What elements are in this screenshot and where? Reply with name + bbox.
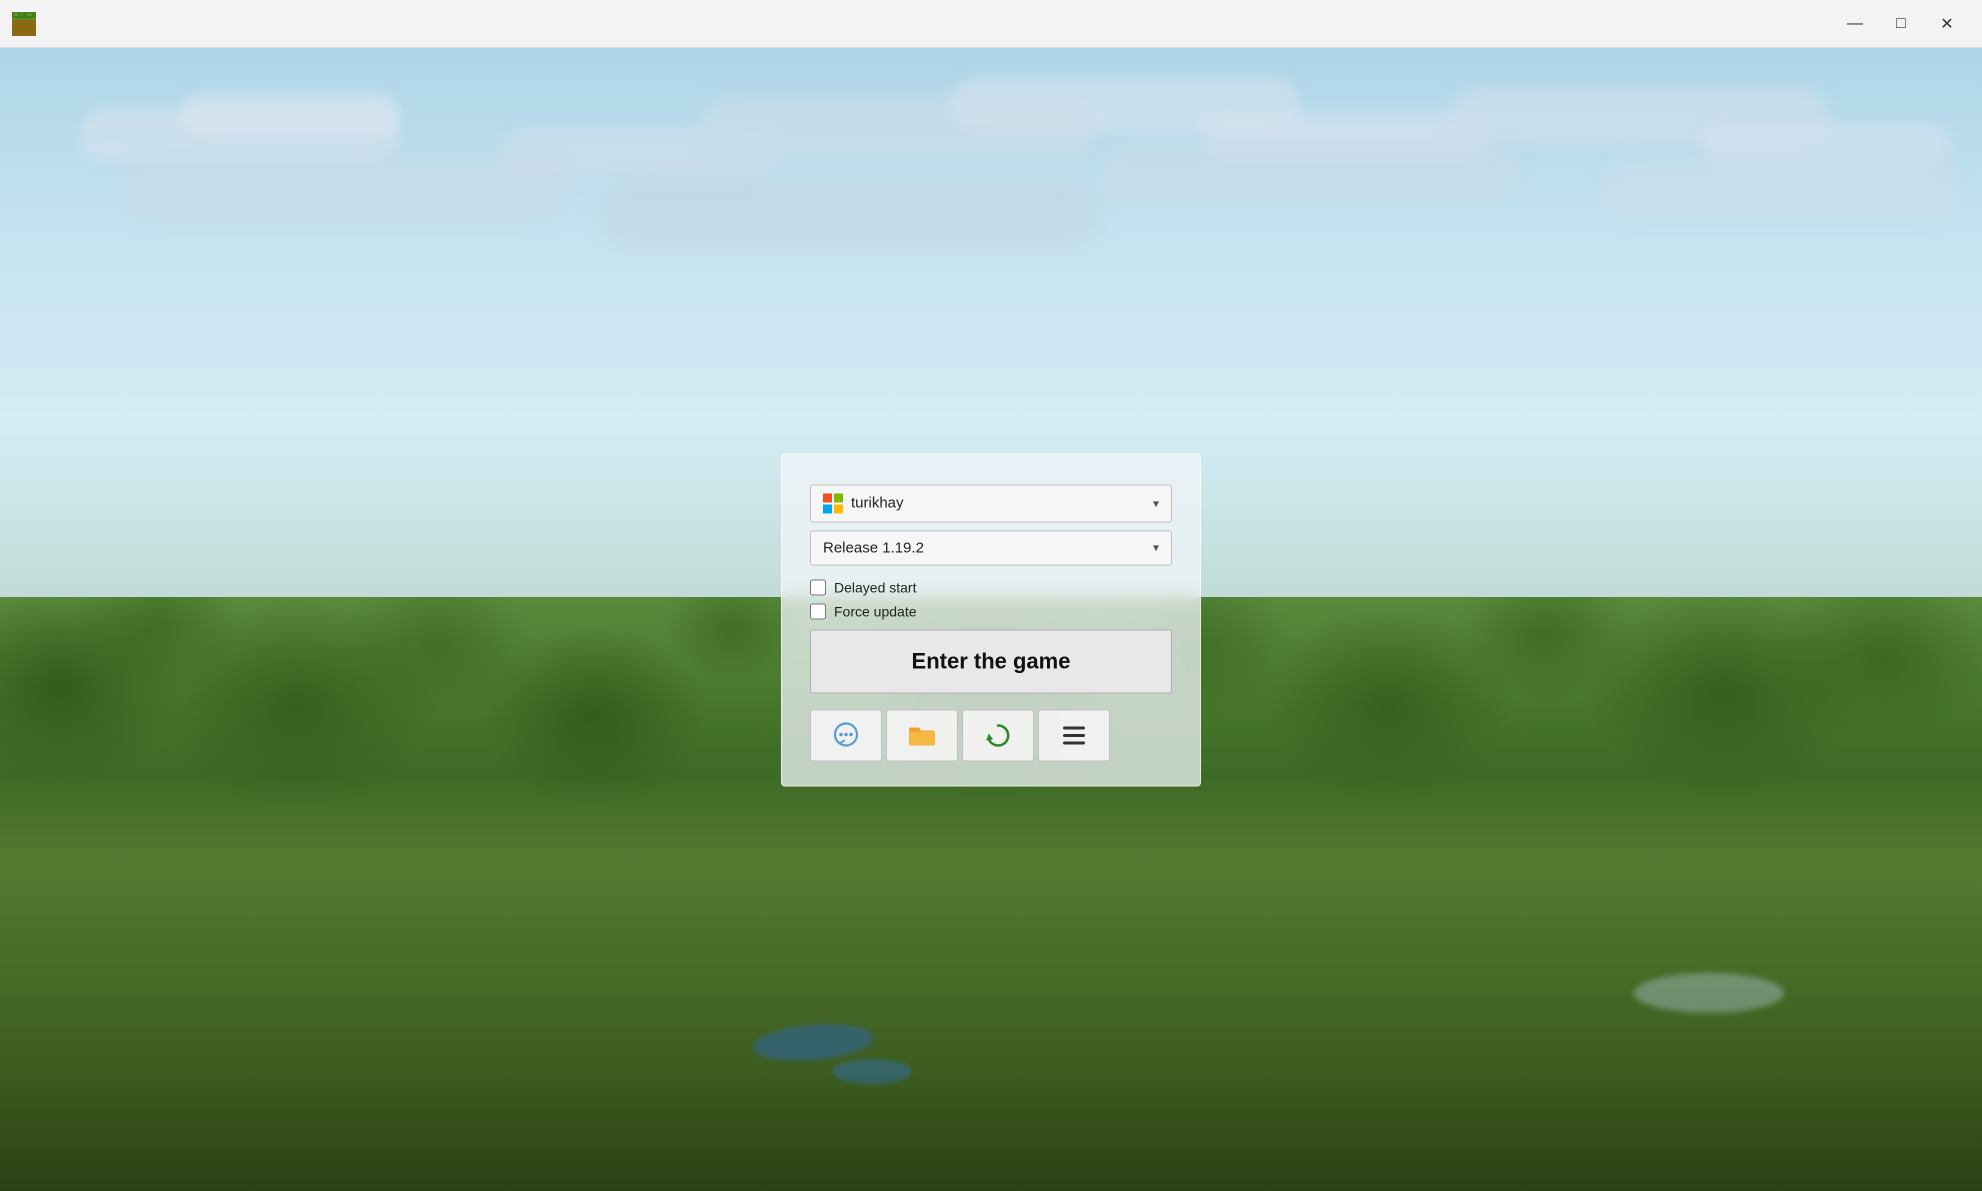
sand-1 (1634, 973, 1784, 1013)
refresh-button[interactable] (962, 709, 1034, 761)
refresh-icon (984, 721, 1012, 749)
force-update-label: Force update (834, 603, 917, 619)
cloud-10 (600, 178, 1100, 248)
microsoft-logo (823, 493, 843, 513)
cloud-12 (1600, 163, 1960, 218)
minimize-button[interactable]: — (1832, 0, 1878, 48)
launcher-panel: turikhay ▾ Release 1.19.2 ▾ Delayed star… (781, 453, 1201, 786)
delayed-start-label: Delayed start (834, 579, 916, 595)
folder-button[interactable] (886, 709, 958, 761)
cloud-8 (1700, 123, 1950, 168)
force-update-row[interactable]: Force update (810, 603, 1172, 619)
background: turikhay ▾ Release 1.19.2 ▾ Delayed star… (0, 48, 1982, 1191)
cloud-11 (1100, 143, 1520, 205)
enter-game-button[interactable]: Enter the game (810, 629, 1172, 693)
delayed-start-checkbox[interactable] (810, 579, 826, 595)
account-name: turikhay (851, 495, 904, 512)
cloud-9 (120, 158, 570, 223)
water-2 (832, 1059, 912, 1084)
titlebar: — □ ✕ (0, 0, 1982, 48)
maximize-button[interactable]: □ (1878, 0, 1924, 48)
cloud-2 (180, 93, 400, 135)
version-value: Release 1.19.2 (823, 539, 924, 556)
account-dropdown[interactable]: turikhay ▾ (810, 484, 1172, 522)
menu-icon (1061, 724, 1087, 746)
chat-icon (832, 721, 860, 749)
account-chevron-icon: ▾ (1153, 496, 1159, 510)
menu-button[interactable] (1038, 709, 1110, 761)
force-update-checkbox[interactable] (810, 603, 826, 619)
bottom-toolbar (810, 709, 1172, 761)
delayed-start-row[interactable]: Delayed start (810, 579, 1172, 595)
version-chevron-icon: ▾ (1153, 541, 1159, 555)
app-icon (12, 12, 36, 36)
close-button[interactable]: ✕ (1924, 0, 1970, 48)
version-dropdown[interactable]: Release 1.19.2 ▾ (810, 530, 1172, 565)
chat-button[interactable] (810, 709, 882, 761)
titlebar-controls: — □ ✕ (1832, 0, 1970, 48)
folder-icon (907, 721, 937, 749)
